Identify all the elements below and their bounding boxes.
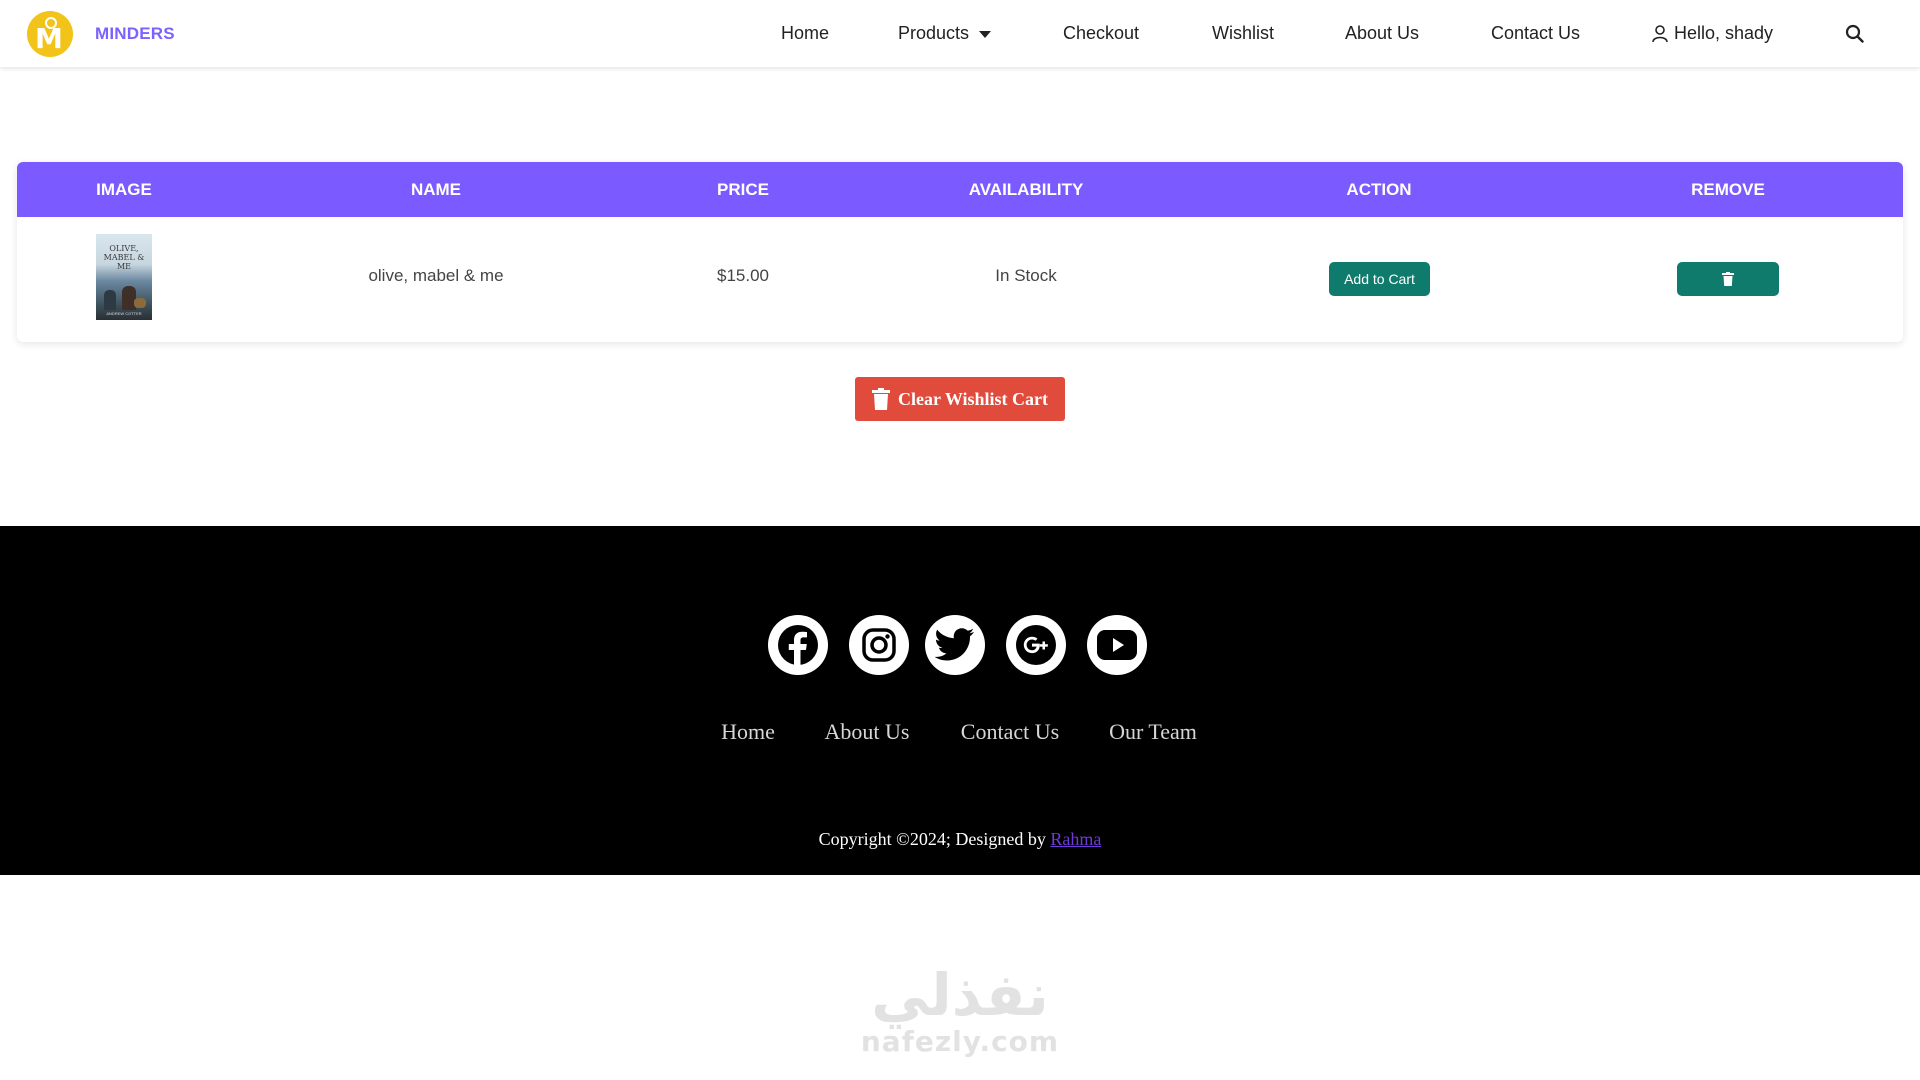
copyright: Copyright ©2024; Designed by Rahma [818,829,1102,849]
book-cover-author: ANDREW COTTER [106,311,142,316]
watermark-latin: nafezly.com [860,1025,1060,1058]
nav-wishlist[interactable]: Wishlist [1212,0,1274,67]
search-icon [1845,24,1864,43]
brand[interactable]: M MINDERS [27,11,175,57]
product-availability: In Stock [995,266,1057,285]
watermark-arabic: نفذلي [871,961,1049,1029]
trash-icon [1722,272,1734,286]
column-header-image: IMAGE [96,179,152,199]
footer-link-contact[interactable]: Contact Us [961,719,1059,745]
nav-products-dropdown[interactable]: Products [898,0,992,67]
search-button[interactable] [1845,0,1864,67]
remove-item-button[interactable] [1677,262,1779,296]
trash-icon [871,388,890,410]
clear-wishlist-button[interactable]: Clear Wishlist Cart [855,377,1065,421]
footer-link-home[interactable]: Home [721,719,775,745]
caret-down-icon [979,31,992,38]
product-image[interactable]: OLIVE, MABEL & ME ANDREW COTTER [96,234,152,320]
wishlist-table: IMAGE NAME PRICE AVAILABILITY ACTION REM… [17,162,1903,342]
brand-name: MINDERS [95,24,175,43]
table-header: IMAGE NAME PRICE AVAILABILITY ACTION REM… [17,162,1903,217]
designer-link[interactable]: Rahma [1050,829,1101,849]
nav-home[interactable]: Home [781,0,829,67]
footer-link-team[interactable]: Our Team [1109,719,1197,745]
youtube-icon[interactable] [1087,615,1147,675]
footer: Home About Us Contact Us Our Team Copyri… [0,526,1920,875]
google-plus-icon[interactable] [1006,615,1066,675]
twitter-icon[interactable] [925,615,985,675]
column-header-action: ACTION [1346,179,1412,199]
product-name: olive, mabel & me [368,266,504,285]
user-icon [1652,24,1668,42]
column-header-remove: REMOVE [1691,179,1765,199]
column-header-name: NAME [410,179,462,199]
add-to-cart-button[interactable]: Add to Cart [1329,262,1430,296]
product-price: $15.00 [717,266,769,285]
nav-checkout[interactable]: Checkout [1063,0,1139,67]
facebook-icon[interactable] [768,615,828,675]
column-header-price: PRICE [717,179,769,199]
brand-logo: M [27,11,73,57]
navbar: M MINDERS Home Products Checkout Wishlis… [0,0,1920,67]
nav-contact[interactable]: Contact Us [1491,0,1580,67]
watermark-logo: نفذلي nafezly.com [850,965,1070,1080]
nav-user-account[interactable]: Hello, shady [1652,0,1773,67]
instagram-icon[interactable] [849,615,909,675]
footer-link-about[interactable]: About Us [825,719,910,745]
nav-about[interactable]: About Us [1345,0,1419,67]
column-header-availability: AVAILABILITY [968,179,1084,199]
book-cover-title: OLIVE, MABEL & ME [103,244,145,271]
